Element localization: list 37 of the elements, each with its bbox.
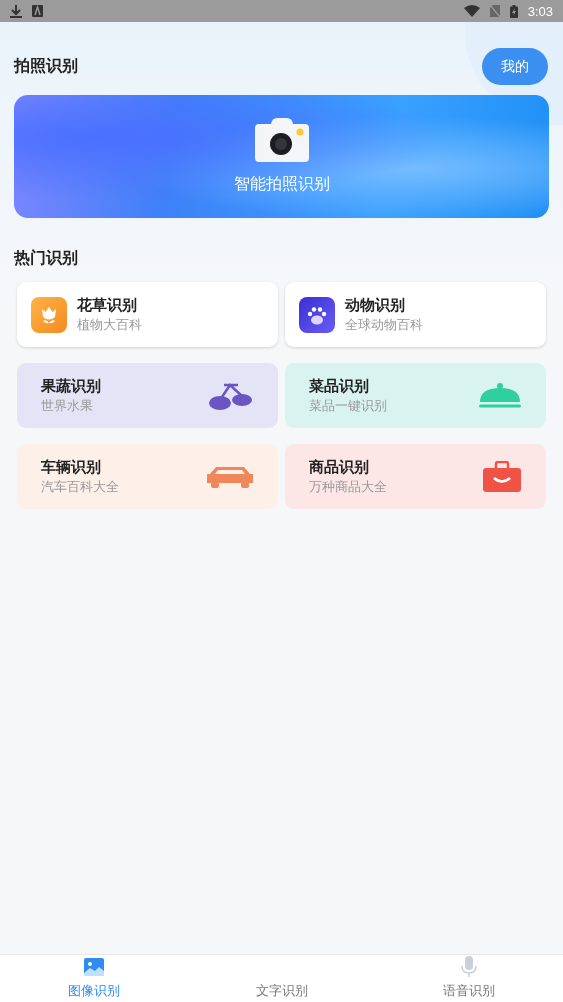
- card-title: 动物识别: [345, 295, 406, 315]
- card-title: 果蔬识别: [41, 376, 101, 396]
- card-subtitle: 世界水果: [41, 397, 94, 415]
- section-title: 拍照识别: [14, 56, 78, 77]
- card-subtitle: 植物大百科: [77, 316, 142, 334]
- feature-card[interactable]: 商品识别 万种商品大全: [285, 444, 546, 509]
- battery-icon: [509, 4, 518, 18]
- wifi-icon: [463, 5, 480, 17]
- flower-icon: [31, 296, 67, 333]
- card-subtitle: 汽车百科大全: [41, 478, 119, 496]
- card-subtitle: 全球动物百科: [345, 316, 423, 334]
- image-icon: [83, 958, 104, 976]
- feature-card[interactable]: 果蔬识别 世界水果: [17, 363, 278, 428]
- card-title: 商品识别: [309, 457, 370, 477]
- card-title: 花草识别: [77, 295, 138, 315]
- feature-card[interactable]: 花草识别 植物大百科: [17, 282, 278, 347]
- section-title: 热门识别: [14, 248, 79, 269]
- keyboard-icon: [32, 5, 43, 17]
- car-icon: [206, 464, 254, 489]
- cloche-icon: [478, 381, 522, 410]
- camera-icon: [254, 118, 309, 162]
- banner-label: 智能拍照识别: [233, 174, 330, 195]
- card-title: 菜品识别: [309, 376, 370, 396]
- download-icon: [10, 4, 22, 18]
- feature-card[interactable]: 动物识别 全球动物百科: [285, 282, 546, 347]
- briefcase-icon: [482, 460, 522, 493]
- nav-tab[interactable]: 文字识别: [187, 955, 376, 1002]
- nav-tab[interactable]: 语音识别: [375, 955, 563, 1002]
- clock-time: 3:03: [527, 3, 553, 19]
- nav-tab[interactable]: 图像识别: [0, 955, 188, 1002]
- cherry-icon: [208, 380, 254, 411]
- card-title: 车辆识别: [41, 457, 102, 477]
- no-sim-icon: [489, 5, 500, 17]
- feature-card[interactable]: 车辆识别 汽车百科大全: [17, 444, 278, 509]
- microphone-icon: [461, 956, 478, 978]
- paw-icon: [299, 296, 335, 333]
- card-subtitle: 万种商品大全: [309, 478, 387, 496]
